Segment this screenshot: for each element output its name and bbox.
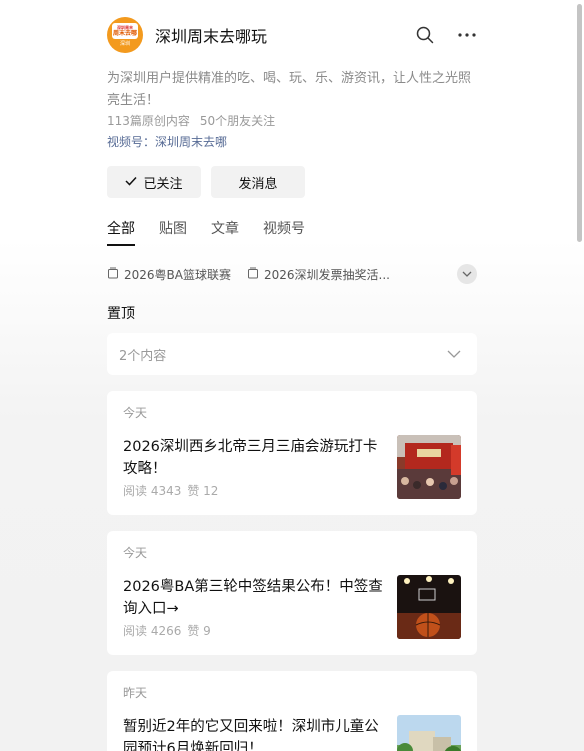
account-stats: 113篇原创内容 50个朋友关注 <box>107 112 275 129</box>
article-title[interactable]: 2026深圳西乡北帝三月三庙会游玩打卡攻略！ <box>123 436 383 480</box>
read-count: 阅读 4343 <box>123 484 182 498</box>
content-tabs: 全部 贴图 文章 视频号 <box>107 218 305 246</box>
avatar[interactable]: 深圳周末 周末去哪 深圳 <box>107 17 143 53</box>
pinned-heading: 置顶 <box>107 306 135 322</box>
more-icon[interactable] <box>457 25 477 45</box>
follow-button[interactable]: 已关注 <box>107 166 201 198</box>
collection-icon <box>247 267 259 282</box>
article-card[interactable]: 今天 2026粤BA第三轮中签结果公布！中签查询入口→ 阅读 4266 赞 9 <box>107 531 477 655</box>
channel-link[interactable]: 视频号：深圳周末去哪 <box>107 133 227 150</box>
friends-follow[interactable]: 50个朋友关注 <box>200 112 275 129</box>
avatar-text-mid: 周末去哪 <box>112 30 137 37</box>
article-thumbnail[interactable] <box>397 715 461 751</box>
like-count: 赞 12 <box>187 484 219 498</box>
original-count: 113篇原创内容 <box>107 114 190 128</box>
article-date: 今天 <box>123 406 148 420</box>
article-date: 今天 <box>123 546 148 560</box>
collection-label: 2026粤BA篮球联赛 <box>124 267 231 282</box>
collection-label: 2026深圳发票抽奖活... <box>263 267 390 282</box>
account-description: 为深圳用户提供精准的吃、喝、玩、乐、游资讯，让人性之光照亮生活！ <box>107 71 472 108</box>
avatar-text-bottom: 深圳 <box>119 41 130 47</box>
avatar-logo: 深圳周末 周末去哪 <box>112 23 138 39</box>
chevron-down-icon <box>447 347 461 362</box>
header-actions <box>415 25 477 45</box>
collection-icon <box>107 267 119 282</box>
article-title[interactable]: 暂别近2年的它又回来啦！深圳市儿童公园预计6月焕新回归！ <box>123 716 383 751</box>
pinned-dropdown[interactable]: 2个内容 <box>107 333 477 375</box>
profile-header: 深圳周末 周末去哪 深圳 深圳周末去哪玩 <box>107 16 477 54</box>
article-card[interactable]: 今天 2026深圳西乡北帝三月三庙会游玩打卡攻略！ 阅读 4343 赞 12 <box>107 391 477 515</box>
collection-item[interactable]: 2026粤BA篮球联赛 <box>107 266 231 283</box>
collections-bar: 2026粤BA篮球联赛 2026深圳发票抽奖活... <box>107 263 477 285</box>
chevron-down-icon[interactable] <box>457 264 477 284</box>
article-meta: 阅读 4266 赞 9 <box>123 622 211 639</box>
scrollbar[interactable] <box>577 4 582 242</box>
tab-articles[interactable]: 文章 <box>211 218 239 246</box>
search-icon[interactable] <box>415 25 435 45</box>
tab-all[interactable]: 全部 <box>107 218 135 246</box>
article-meta: 阅读 4343 赞 12 <box>123 482 218 499</box>
article-title[interactable]: 2026粤BA第三轮中签结果公布！中签查询入口→ <box>123 576 383 620</box>
article-thumbnail[interactable] <box>397 435 461 499</box>
account-name: 深圳周末去哪玩 <box>155 27 268 46</box>
pinned-summary: 2个内容 <box>119 348 167 364</box>
message-label: 发消息 <box>238 176 278 192</box>
article-card[interactable]: 昨天 暂别近2年的它又回来啦！深圳市儿童公园预计6月焕新回归！ <box>107 671 477 751</box>
like-count: 赞 9 <box>187 624 211 638</box>
follow-label: 已关注 <box>143 176 183 192</box>
tab-channels[interactable]: 视频号 <box>263 218 305 246</box>
read-count: 阅读 4266 <box>123 624 182 638</box>
message-button[interactable]: 发消息 <box>211 166 305 198</box>
collection-item[interactable]: 2026深圳发票抽奖活... <box>247 266 390 283</box>
tab-posts[interactable]: 贴图 <box>159 218 187 246</box>
check-icon <box>125 175 138 190</box>
article-thumbnail[interactable] <box>397 575 461 639</box>
article-date: 昨天 <box>123 686 148 700</box>
